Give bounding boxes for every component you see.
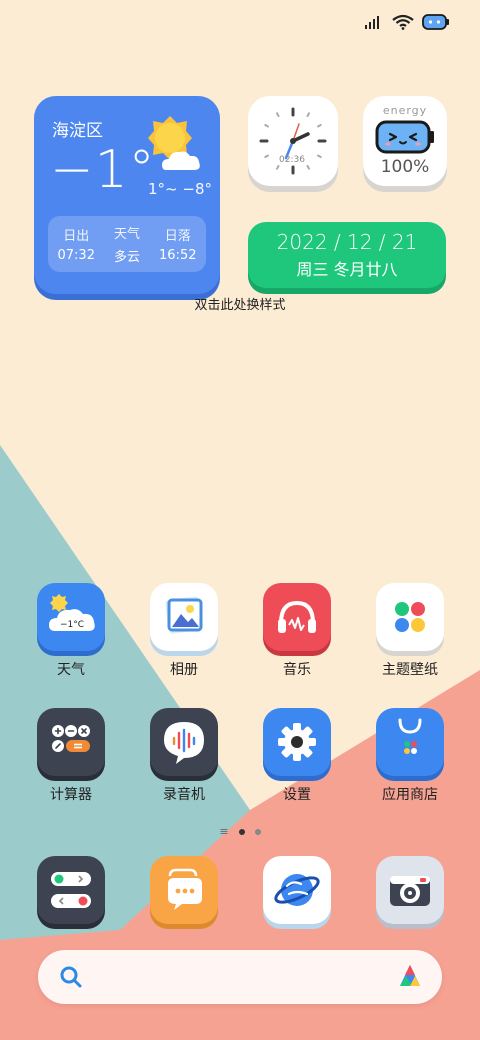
- app-music[interactable]: 音乐: [247, 583, 347, 679]
- app-label: 相册: [170, 662, 198, 678]
- app-label: 主题壁纸: [382, 662, 438, 678]
- app-settings[interactable]: 设置: [247, 708, 347, 804]
- camera-icon: [376, 856, 444, 924]
- battery-widget[interactable]: energy 100%: [363, 96, 447, 186]
- app-label: 设置: [283, 787, 311, 803]
- app-label: 音乐: [283, 662, 311, 678]
- search-bar[interactable]: [38, 950, 442, 1004]
- weather-city: 海淀区: [52, 121, 103, 141]
- status-bar: [364, 10, 450, 34]
- sunrise-time: 07:32: [57, 248, 95, 263]
- sunrise-info: 日出 07:32: [58, 225, 95, 263]
- wifi-icon: [392, 14, 414, 30]
- clock-widget[interactable]: 02:36: [248, 96, 338, 186]
- app-label: 天气: [57, 662, 85, 678]
- weather-condition: 多云: [113, 250, 140, 265]
- headphones-icon: [263, 583, 331, 651]
- weather-label: 天气: [113, 227, 140, 242]
- signal-icon: [365, 16, 379, 29]
- shopping-bag-icon: [376, 708, 444, 776]
- app-label: 应用商店: [382, 787, 438, 803]
- calculator-icon: [37, 708, 105, 776]
- app-album[interactable]: 相册: [134, 583, 234, 679]
- app-store[interactable]: 应用商店: [360, 708, 460, 804]
- dock-browser[interactable]: [247, 856, 347, 924]
- app-weather[interactable]: −1°C 天气: [21, 583, 121, 679]
- battery-face-icon: [422, 14, 449, 30]
- battery-label: energy: [382, 104, 428, 117]
- message-bubble-icon: [150, 856, 218, 924]
- sun-cloud-icon: [140, 114, 210, 182]
- battery-face-icon: [375, 120, 434, 154]
- dock-messages[interactable]: [134, 856, 234, 924]
- sunset-info: 日落 16:52: [159, 225, 196, 263]
- page-dot: [254, 828, 261, 835]
- battery-percent: 100%: [380, 157, 430, 177]
- menu-lines-icon: ≡: [219, 825, 229, 838]
- date-gregorian: 2022 / 12 / 21: [276, 230, 418, 254]
- style-switch-hint[interactable]: 双击此处换样式: [0, 294, 480, 313]
- date-widget[interactable]: 2022 / 12 / 21 周三 冬月廿八: [248, 222, 446, 288]
- weather-app-temp: −1°C: [60, 620, 84, 630]
- app-themes[interactable]: 主题壁纸: [360, 583, 460, 679]
- sunset-label: 日落: [164, 229, 191, 244]
- assistant-icon[interactable]: [396, 962, 424, 992]
- weather-app-icon: −1°C: [37, 583, 105, 651]
- browser-globe-icon: [263, 856, 331, 924]
- sunrise-label: 日出: [63, 229, 90, 244]
- dock-phone[interactable]: [21, 856, 121, 924]
- album-app-icon: [150, 583, 218, 651]
- app-recorder[interactable]: 录音机: [134, 708, 234, 804]
- dock-camera[interactable]: [360, 856, 460, 924]
- gear-icon: [263, 708, 331, 776]
- weather-range: 1°~ −8°: [148, 180, 212, 198]
- analog-clock-icon: 02:36: [259, 107, 327, 175]
- page-indicator[interactable]: ≡: [0, 825, 480, 838]
- app-label: 计算器: [50, 787, 92, 803]
- clock-time: 02:36: [279, 155, 305, 165]
- date-lunar: 周三 冬月廿八: [296, 260, 398, 279]
- recorder-icon: [150, 708, 218, 776]
- page-dot-active: [238, 828, 245, 835]
- themes-app-icon: [376, 583, 444, 651]
- weather-widget[interactable]: 海淀区 −1° 1°~ −8° 日出 07:32 天气 多云 日落 16:52: [34, 96, 220, 294]
- app-label: 录音机: [163, 787, 205, 803]
- app-calculator[interactable]: 计算器: [21, 708, 121, 804]
- sunset-time: 16:52: [159, 248, 197, 263]
- weather-info: 天气 多云: [114, 223, 140, 265]
- weather-details: 日出 07:32 天气 多云 日落 16:52: [48, 216, 206, 272]
- phone-icon: [37, 856, 105, 924]
- search-icon: [60, 966, 82, 988]
